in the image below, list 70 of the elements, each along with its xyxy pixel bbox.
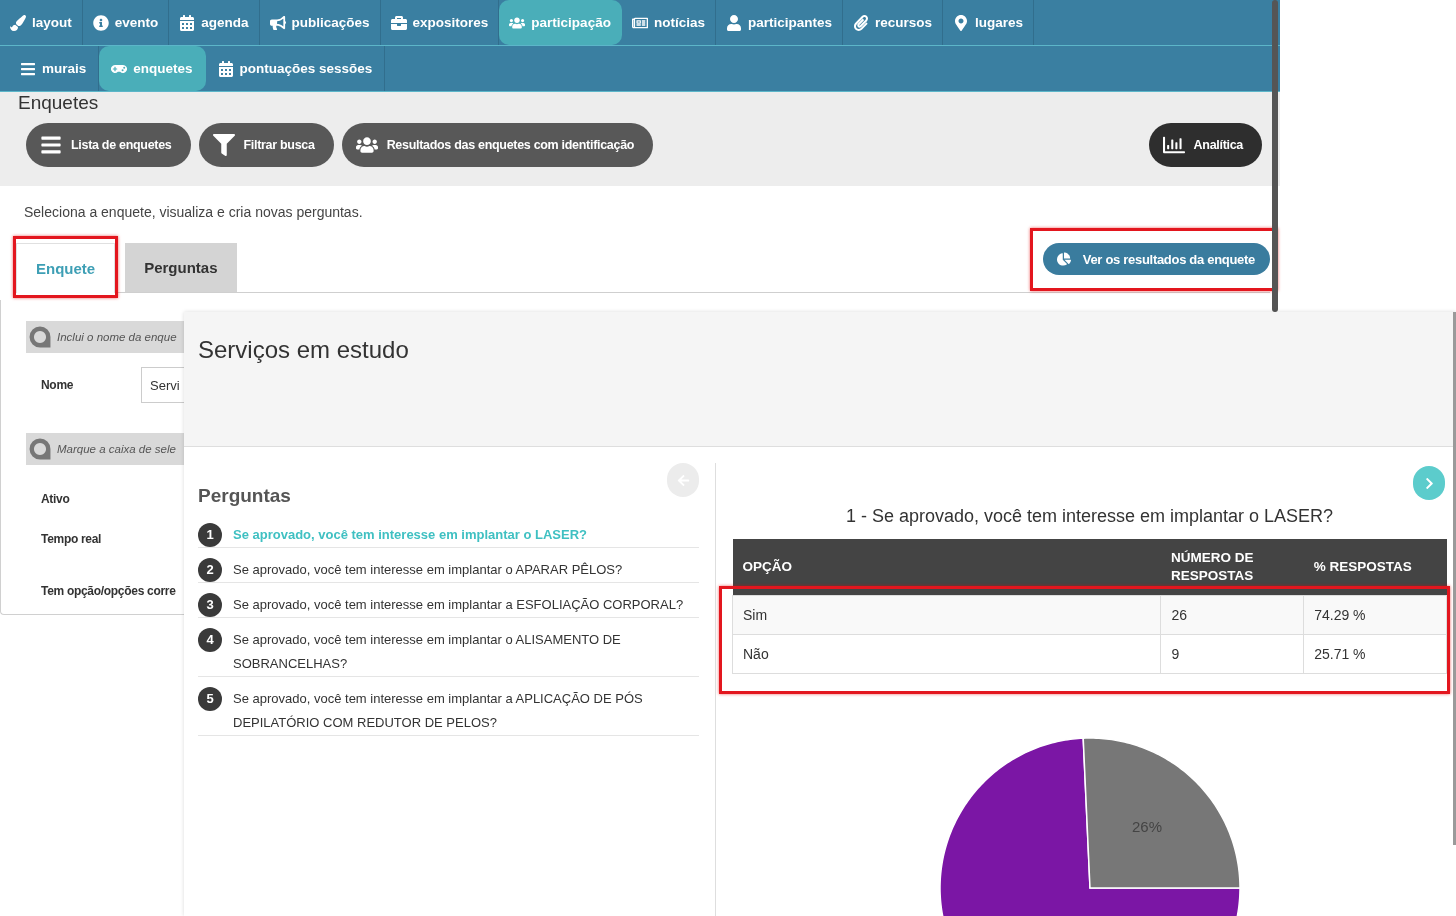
tab[interactable]: Perguntas [125,243,237,292]
section-heading: Perguntas [198,485,291,507]
nav-item[interactable]: participantes [715,0,843,45]
toolbar-button[interactable]: Filtrar busca [198,123,334,167]
question-link[interactable]: Se aprovado, você tem interesse em implantar o ALISAMENTO DE SOBRANCELHAS? [233,628,699,676]
page-title: Enquetes [18,92,99,114]
table-cell: 26 [1160,595,1304,634]
nav-item[interactable]: participação [499,0,622,45]
view-results-button[interactable]: Ver os resultados da enquete [1042,243,1270,275]
calendar-icon [217,60,234,77]
table-cell: 25.71 % [1303,634,1447,673]
scrollbar-thumb[interactable] [1272,0,1278,312]
nav-item[interactable]: recursos [842,0,943,45]
table-cell: 9 [1160,634,1304,673]
field-label: Ativo [41,492,71,506]
field-label: Nome [41,378,75,392]
nav-item[interactable]: publicações [259,0,381,45]
question-link[interactable]: Se aprovado, você tem interesse em implantar o LASER? [233,523,587,547]
megaphone-icon [269,14,286,31]
speech-bubble-icon [29,326,51,348]
nav-item[interactable]: evento [82,0,170,45]
speech-bubble-icon [29,438,51,460]
briefcase-icon [390,14,407,31]
nav-item[interactable]: expositores [380,0,500,45]
filter-icon [212,134,235,156]
nav-item[interactable]: pontuações sessões [205,46,386,91]
map-pin-icon [953,14,969,31]
section-hint: Marque a caixa de sele [57,443,176,455]
input-field[interactable]: Servi [141,367,184,403]
number-badge: 4 [198,628,222,652]
pie-chart-icon [1056,252,1071,266]
question-link[interactable]: Se aprovado, você tem interesse em implantar a ESFOLIAÇÃO CORPORAL? [233,593,684,617]
number-badge: 2 [198,558,222,582]
number-badge: 1 [198,523,222,547]
nav-item[interactable]: agenda [169,0,260,45]
column-header: % RESPOSTAS [1303,539,1447,595]
field-label: Tem opção/opções corre [41,584,176,598]
calendar-icon [179,14,196,31]
table-cell: Não [732,634,1161,673]
toolbar-button[interactable]: Resultados das enquetes com identificação [341,123,654,167]
toolbar-button[interactable]: Lista de enquetes [26,123,191,167]
column-header: NÚMERO DE RESPOSTAS [1160,539,1304,595]
table-cell: 74.29 % [1303,595,1447,634]
question-link[interactable]: Se aprovado, você tem interesse em implantar a APLICAÇÃO DE PÓS DEPILATÓRIO COM REDUTOR DE PELOS? [233,687,699,735]
nav-item[interactable]: notícias [621,0,716,45]
question-link[interactable]: Se aprovado, você tem interesse em implantar o APARAR PÊLOS? [233,558,623,582]
bar-chart-icon [1162,134,1185,156]
menu-icon [20,60,36,77]
next-button[interactable] [1413,466,1445,500]
scrollbar-thumb[interactable] [1453,312,1456,845]
list-icon [40,134,62,156]
number-badge: 3 [198,593,222,617]
section-hint: Inclui o nome da enque [57,331,177,343]
nav-item[interactable]: layout [0,0,83,45]
question-title: 1 - Se aprovado, você tem interesse em implantar o LASER? [845,505,1334,527]
brush-icon [10,14,26,31]
nav-item[interactable]: lugares [943,0,1034,45]
nav-item[interactable]: enquetes [99,46,206,91]
number-badge: 5 [198,687,222,711]
field-label: Tempo real [41,532,103,546]
users-icon [355,134,378,156]
analytics-button[interactable]: Analítica [1148,123,1262,167]
page-description: Seleciona a enquete, visualiza e cria novas perguntas. [24,204,363,220]
table-cell: Sim [732,595,1161,634]
column-header: OPÇÃO [732,539,1161,595]
user-icon [725,14,742,31]
paperclip-icon [852,14,869,31]
modal-title: Serviços em estudo [198,336,409,364]
tab[interactable]: Enquete [16,243,116,293]
info-icon [92,14,109,31]
